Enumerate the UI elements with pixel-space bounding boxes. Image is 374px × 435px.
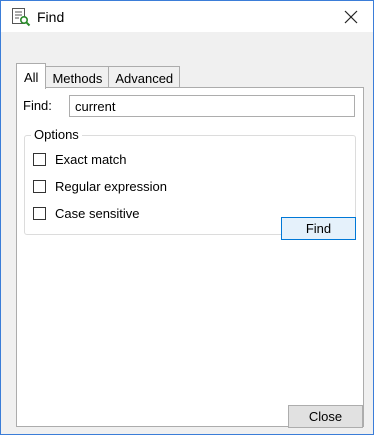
tab-methods[interactable]: Methods bbox=[45, 66, 110, 88]
case-sensitive-option[interactable]: Case sensitive bbox=[33, 206, 140, 221]
case-sensitive-checkbox[interactable] bbox=[33, 207, 46, 220]
title-bar[interactable]: Find bbox=[1, 1, 373, 32]
find-in-list-icon bbox=[11, 7, 31, 27]
options-legend: Options bbox=[31, 127, 82, 143]
exact-match-option[interactable]: Exact match bbox=[33, 152, 127, 167]
dialog-body: All Methods Advanced Find: Options Exact… bbox=[1, 32, 373, 434]
find-button[interactable]: Find bbox=[281, 217, 356, 240]
tab-strip: All Methods Advanced bbox=[16, 62, 181, 89]
find-dialog: Find All Methods Advanced Find: Options … bbox=[0, 0, 374, 435]
tab-panel-all: Find: Options Exact match Regular expres… bbox=[16, 87, 364, 427]
tab-all[interactable]: All bbox=[16, 63, 47, 89]
regular-expression-option[interactable]: Regular expression bbox=[33, 179, 167, 194]
close-icon bbox=[344, 10, 358, 23]
exact-match-label: Exact match bbox=[55, 152, 127, 167]
case-sensitive-label: Case sensitive bbox=[55, 206, 140, 221]
close-button[interactable]: Close bbox=[288, 405, 363, 428]
find-input[interactable] bbox=[69, 95, 355, 117]
regular-expression-checkbox[interactable] bbox=[33, 180, 46, 193]
exact-match-checkbox[interactable] bbox=[33, 153, 46, 166]
window-close-button[interactable] bbox=[331, 1, 371, 32]
find-label: Find: bbox=[23, 98, 52, 113]
window-title: Find bbox=[37, 9, 65, 25]
regular-expression-label: Regular expression bbox=[55, 179, 168, 194]
tab-advanced[interactable]: Advanced bbox=[108, 66, 181, 88]
